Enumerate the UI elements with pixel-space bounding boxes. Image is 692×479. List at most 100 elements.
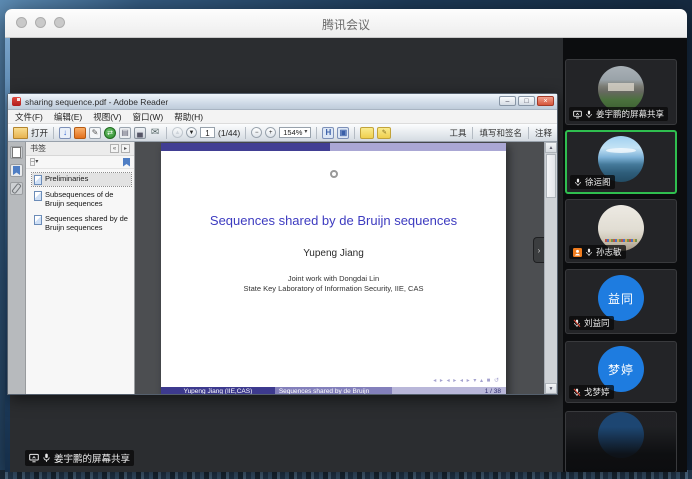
adobe-close-button[interactable]: × (537, 96, 554, 106)
print-icon[interactable]: ▄ (134, 127, 146, 139)
participant-name: 孙志敏 (596, 246, 622, 258)
bookmarks-tab[interactable] (10, 164, 23, 177)
avatar (598, 66, 644, 112)
collapse-panel-icon[interactable]: « (110, 144, 119, 153)
bookmarks-panel-title: 书签 (30, 143, 46, 154)
adobe-titlebar[interactable]: sharing sequence.pdf - Adobe Reader – □ … (8, 94, 557, 110)
participant-name: 徐运阁 (585, 176, 611, 188)
screen-share-banner: 姜宇鹏的屏幕共享 (25, 450, 134, 466)
bookmark-page-icon (34, 175, 42, 185)
bookmark-page-icon (34, 215, 42, 225)
scrolling-mode-icon[interactable]: H (322, 127, 334, 139)
menu-view[interactable]: 视图(V) (93, 111, 121, 123)
bookmarks-panel: 书签 « ▸ –▾ (26, 142, 135, 394)
bookmark-icon (13, 166, 20, 175)
participant-tile[interactable]: 益同 刘益同 (565, 269, 677, 334)
bookmark-item[interactable]: Sequences shared by de Bruijn sequences (32, 213, 131, 234)
menu-help[interactable]: 帮助(H) (174, 111, 203, 123)
save-icon[interactable]: ↓ (59, 127, 71, 139)
sign-icon[interactable]: ✎ (89, 127, 101, 139)
convert-icon[interactable] (74, 127, 86, 139)
tencent-meeting-window: 腾讯会议 sharing sequence.pdf - Adobe Reader… (5, 9, 687, 472)
adobe-reader-window: sharing sequence.pdf - Adobe Reader – □ … (7, 93, 558, 395)
mic-muted-icon (573, 388, 581, 397)
next-page-icon[interactable]: ▼ (186, 127, 197, 138)
highlight-comment-icon[interactable]: ✎ (377, 127, 391, 139)
hide-pane-toggle[interactable]: › (533, 237, 544, 263)
participant-name: 刘益同 (584, 317, 610, 329)
participant-label: 刘益同 (569, 316, 614, 330)
slide-affiliation-line: State Key Laboratory of Information Secu… (161, 284, 506, 293)
scroll-up-icon[interactable]: ▲ (545, 142, 557, 153)
bookmark-item[interactable]: Preliminaries (32, 173, 131, 186)
participants-sidebar: 姜宇鹏的屏幕共享 徐运阁 (563, 38, 687, 472)
participant-label: 孙志敏 (569, 245, 626, 259)
navigation-tabstrip (8, 142, 26, 394)
zoom-level-select[interactable]: 154% ▾ (279, 127, 311, 138)
avatar: 益同 (598, 275, 644, 321)
participant-name: 姜宇鹏的屏幕共享 (596, 108, 664, 120)
page-thumbnails-tab[interactable] (10, 146, 23, 159)
menu-window[interactable]: 窗口(W) (133, 111, 164, 123)
participant-tile-active-speaker[interactable]: 徐运阁 (565, 130, 677, 194)
scrollbar-thumb[interactable] (546, 154, 556, 198)
footer-page-number: 1 / 38 (392, 387, 506, 394)
menu-edit[interactable]: 编辑(E) (54, 111, 82, 123)
meeting-title: 腾讯会议 (5, 16, 687, 33)
bookmark-label: Preliminaries (45, 174, 88, 183)
beamer-navigation-symbols: ◂ ▸ ◂ ▸ ◂ ▸ ▾ ▴ ■ ↺ (433, 377, 500, 384)
zoom-in-icon[interactable]: + (265, 127, 276, 138)
pdf-slide: Sequences shared by de Bruijn sequences … (161, 143, 506, 394)
mic-muted-icon (573, 319, 581, 328)
sticky-note-icon[interactable] (360, 127, 374, 139)
institute-logo (330, 170, 338, 178)
menu-file[interactable]: 文件(F) (15, 111, 43, 123)
mic-icon (574, 178, 582, 187)
vertical-scrollbar[interactable]: ▲ ▼ (544, 142, 557, 394)
zoom-out-icon[interactable]: − (251, 127, 262, 138)
slide-author: Yupeng Jiang (161, 248, 506, 259)
screen-share-icon (29, 453, 39, 463)
comment-button[interactable]: 注释 (535, 127, 552, 139)
previous-page-icon[interactable]: ▲ (172, 127, 183, 138)
scroll-down-icon[interactable]: ▼ (545, 383, 557, 394)
open-folder-icon[interactable] (13, 127, 28, 139)
bookmark-options-icon[interactable] (123, 158, 130, 167)
bookmark-label: Subsequences of de Bruijn sequences (45, 190, 129, 209)
email-icon[interactable]: ✉ (149, 127, 161, 139)
footer-author: Yupeng Jiang (IIE,CAS) (161, 387, 275, 394)
fill-sign-button[interactable]: 填写和签名 (479, 127, 522, 139)
bookmark-label: Sequences shared by de Bruijn sequences (45, 214, 129, 233)
slide-title: Sequences shared by de Bruijn sequences (161, 213, 506, 228)
panel-menu-icon[interactable]: ▸ (121, 144, 130, 153)
share-icon[interactable]: ⇄ (104, 127, 116, 139)
mic-icon (585, 248, 593, 257)
footer-title: Sequences shared by de Bruijn sequences (275, 387, 392, 394)
participant-tile-screen-share[interactable]: 姜宇鹏的屏幕共享 (565, 59, 677, 125)
participant-name: 戈梦婷 (584, 386, 610, 398)
participant-label: 戈梦婷 (569, 385, 614, 399)
slide-header-bar (161, 143, 506, 151)
screen-share-icon (573, 110, 582, 119)
avatar (598, 205, 644, 251)
clipboard-icon[interactable]: ▤ (119, 127, 131, 139)
desktop: 腾讯会议 sharing sequence.pdf - Adobe Reader… (0, 0, 692, 479)
open-button[interactable]: 打开 (31, 127, 48, 139)
adobe-window-title: sharing sequence.pdf - Adobe Reader (25, 97, 168, 107)
full-screen-icon[interactable]: ▣ (337, 127, 349, 139)
expand-bookmarks-control[interactable]: –▾ (30, 158, 38, 166)
adobe-reader-icon (12, 97, 21, 106)
paperclip-icon (11, 183, 22, 195)
document-view[interactable]: Sequences shared by de Bruijn sequences … (135, 142, 544, 394)
participant-tile-partial[interactable] (565, 411, 677, 472)
page-number-input[interactable]: 1 (200, 127, 215, 138)
participant-tile[interactable]: 梦婷 戈梦婷 (565, 341, 677, 403)
participant-tile[interactable]: 孙志敏 (565, 199, 677, 263)
participant-label: 姜宇鹏的屏幕共享 (569, 107, 668, 121)
bookmark-page-icon (34, 191, 42, 201)
bookmark-item[interactable]: Subsequences of de Bruijn sequences (32, 189, 131, 210)
adobe-maximize-button[interactable]: □ (518, 96, 535, 106)
tools-button[interactable]: 工具 (449, 127, 466, 139)
attachments-tab[interactable] (10, 182, 23, 195)
adobe-minimize-button[interactable]: – (499, 96, 516, 106)
